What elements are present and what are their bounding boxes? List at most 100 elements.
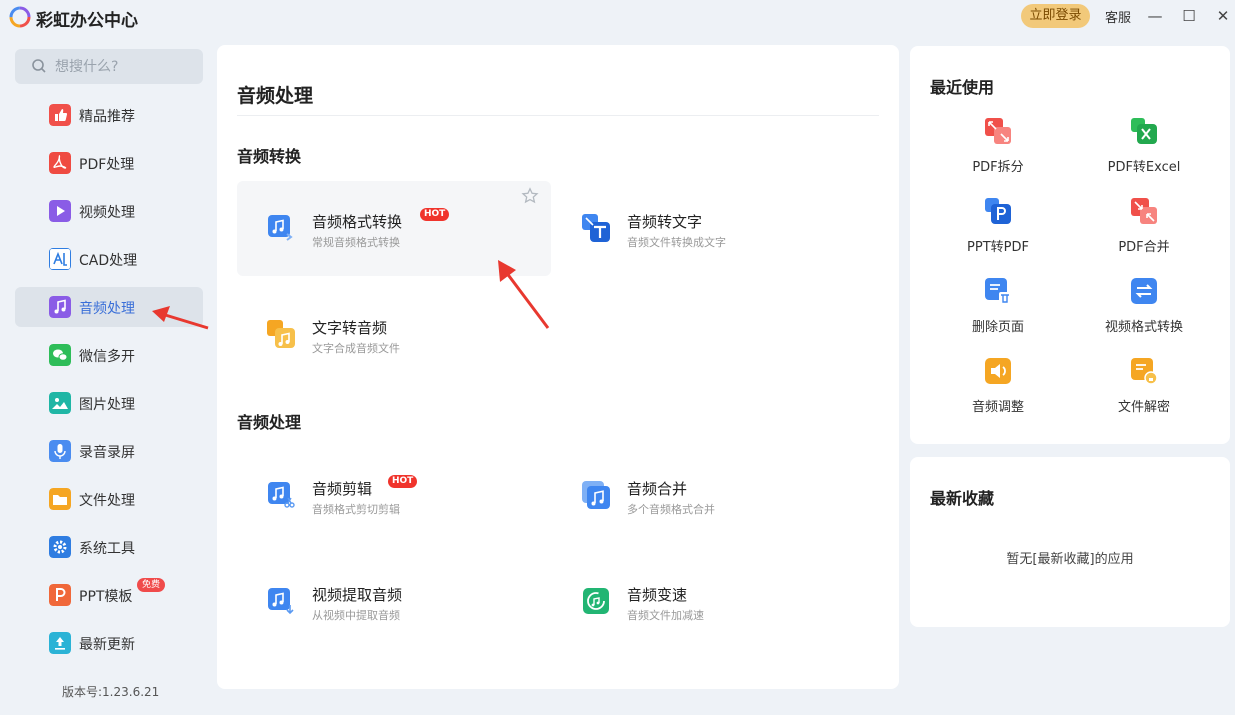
recent-item-pdf-merge[interactable]: PDF合并 <box>1074 197 1214 267</box>
sidebar-item-wechat[interactable]: 微信多开 <box>15 335 203 375</box>
audio-cut-icon <box>268 482 295 508</box>
login-button[interactable]: 立即登录 <box>1021 4 1090 28</box>
wechat-icon <box>49 344 71 366</box>
ppt-icon <box>49 584 71 606</box>
tool-title: 视频提取音频 <box>312 586 403 604</box>
tool-card-audio-speed[interactable]: 音频变速 音频文件加减速 <box>552 554 866 649</box>
recent-item-label: PPT转PDF <box>967 240 1029 255</box>
divider <box>237 115 879 116</box>
rainbow-logo-icon <box>9 6 31 28</box>
recent-item-label: PDF转Excel <box>1107 160 1181 175</box>
tool-desc: 常规音频格式转换 <box>312 236 400 249</box>
version-label: 版本号:1.23.6.21 <box>62 685 160 699</box>
sidebar-item-image[interactable]: 图片处理 <box>15 383 203 423</box>
recent-item-pdf-split[interactable]: PDF拆分 <box>928 117 1068 187</box>
audio-adjust-icon <box>985 358 1011 384</box>
recent-item-label: PDF合并 <box>1118 240 1170 255</box>
recent-item-video-convert[interactable]: 视频格式转换 <box>1074 277 1214 347</box>
sidebar-item-label: CAD处理 <box>79 253 138 269</box>
tool-card-audio-merge[interactable]: 音频合并 多个音频格式合并 <box>552 448 866 543</box>
audio-to-text-icon <box>582 214 610 242</box>
audio-convert-icon <box>268 215 293 241</box>
sidebar-item-label: 系统工具 <box>79 541 135 557</box>
sidebar-item-file[interactable]: 文件处理 <box>15 479 203 519</box>
sidebar-item-label: 音频处理 <box>79 301 135 317</box>
search-box[interactable] <box>15 49 203 84</box>
sidebar-item-video[interactable]: 视频处理 <box>15 191 203 231</box>
video-extract-audio-icon <box>268 588 294 615</box>
recent-item-label: 删除页面 <box>971 320 1024 335</box>
sidebar-item-ppt-template[interactable]: PPT模板 免费 <box>15 575 203 615</box>
pdf-icon <box>49 152 71 174</box>
favorites-panel: 最新收藏 暂无[最新收藏]的应用 <box>910 457 1230 627</box>
recent-item-audio-adjust[interactable]: 音频调整 <box>928 357 1068 427</box>
tool-card-audio-format-convert[interactable]: 音频格式转换 HOT 常规音频格式转换 <box>237 181 551 276</box>
sidebar-item-system-tools[interactable]: 系统工具 <box>15 527 203 567</box>
sidebar-item-recording[interactable]: 录音录屏 <box>15 431 203 471</box>
tool-desc: 多个音频格式合并 <box>627 503 715 516</box>
tool-desc: 音频文件加减速 <box>627 609 704 622</box>
sidebar-item-label: 视频处理 <box>79 205 135 221</box>
title-bar: 彩虹办公中心 立即登录 客服 — ☐ ✕ <box>0 0 1235 34</box>
recent-item-label: 视频格式转换 <box>1104 320 1183 335</box>
search-icon <box>32 59 46 73</box>
upload-icon <box>49 632 71 654</box>
tool-title: 音频剪辑 <box>312 480 373 498</box>
delete-page-icon <box>985 278 1011 304</box>
search-input[interactable] <box>55 49 195 84</box>
maximize-button[interactable]: ☐ <box>1176 4 1202 28</box>
folder-icon <box>49 488 71 510</box>
recent-item-ppt-to-pdf[interactable]: PPT转PDF <box>928 197 1068 267</box>
page-title: 音频处理 <box>237 85 314 107</box>
tool-card-audio-to-text[interactable]: 音频转文字 音频文件转换成文字 <box>552 181 866 276</box>
sidebar-item-pdf[interactable]: PDF处理 <box>15 143 203 183</box>
recent-item-file-decrypt[interactable]: 文件解密 <box>1074 357 1214 427</box>
tool-card-audio-cut[interactable]: 音频剪辑 HOT 音频格式剪切剪辑 <box>237 448 551 543</box>
minimize-button[interactable]: — <box>1142 4 1168 28</box>
file-decrypt-icon <box>1131 358 1158 385</box>
recent-item-delete-page[interactable]: 删除页面 <box>928 277 1068 347</box>
tool-card-video-extract-audio[interactable]: 视频提取音频 从视频中提取音频 <box>237 554 551 649</box>
section-title: 音频处理 <box>237 413 302 432</box>
music-icon <box>49 296 71 318</box>
cad-icon <box>49 248 71 270</box>
play-icon <box>49 200 71 222</box>
tool-title: 文字转音频 <box>312 319 388 337</box>
customer-service-link[interactable]: 客服 <box>1105 7 1131 26</box>
main-panel: 音频处理 音频转换 音频格式转换 HOT 常规音频格式转换 音频转文字 音频文件… <box>217 45 899 689</box>
sidebar-item-label: 录音录屏 <box>79 445 135 461</box>
sidebar-item-featured[interactable]: 精品推荐 <box>15 95 203 135</box>
text-to-audio-icon <box>267 320 295 348</box>
sidebar-item-label: PPT模板 <box>79 589 133 605</box>
close-button[interactable]: ✕ <box>1210 4 1235 28</box>
sidebar-item-latest-updates[interactable]: 最新更新 <box>15 623 203 663</box>
sidebar-item-label: 精品推荐 <box>79 109 135 125</box>
ppt-to-pdf-icon <box>985 198 1011 224</box>
gear-icon <box>49 536 71 558</box>
hot-badge: HOT <box>420 208 450 221</box>
sidebar-item-label: PDF处理 <box>79 157 135 173</box>
audio-speed-icon <box>583 588 609 614</box>
app-title: 彩虹办公中心 <box>36 11 138 31</box>
sidebar-item-label: 文件处理 <box>79 493 135 509</box>
tool-desc: 从视频中提取音频 <box>312 609 400 622</box>
recent-item-label: PDF拆分 <box>972 160 1024 175</box>
tool-title: 音频转文字 <box>627 213 703 231</box>
free-badge: 免费 <box>137 578 166 592</box>
recent-panel: 最近使用 PDF拆分 PDF转Excel PPT转PDF PDF合并 删除页面 … <box>910 46 1230 444</box>
sidebar-item-label: 微信多开 <box>79 349 135 365</box>
recent-item-pdf-to-excel[interactable]: PDF转Excel <box>1074 117 1214 187</box>
sidebar-item-cad[interactable]: CAD处理 <box>15 239 203 279</box>
hot-badge: HOT <box>388 475 418 488</box>
pdf-split-icon <box>985 118 1011 144</box>
sidebar-item-label: 最新更新 <box>79 637 135 653</box>
tool-title: 音频变速 <box>627 586 688 604</box>
sidebar-item-audio[interactable]: 音频处理 <box>15 287 203 327</box>
recent-item-label: 文件解密 <box>1117 400 1170 415</box>
star-icon[interactable] <box>521 187 539 205</box>
tool-desc: 文字合成音频文件 <box>312 342 400 355</box>
recent-item-label: 音频调整 <box>971 400 1024 415</box>
video-convert-icon <box>1131 278 1157 304</box>
microphone-icon <box>49 440 71 462</box>
tool-card-text-to-audio[interactable]: 文字转音频 文字合成音频文件 <box>237 287 551 382</box>
